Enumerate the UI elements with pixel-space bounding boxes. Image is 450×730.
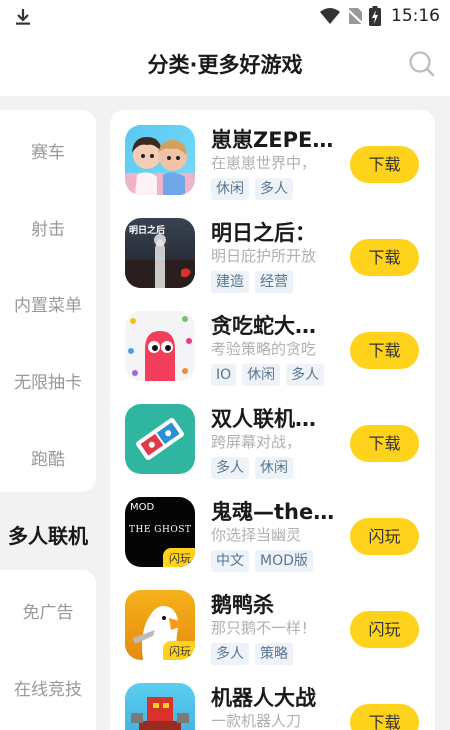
sidebar-item-online-competitive[interactable]: 在线竞技 [0, 675, 96, 700]
game-icon-robot[interactable] [125, 683, 195, 730]
sidebar-item-shooting[interactable]: 射击 [0, 215, 96, 240]
sidebar-item-racing[interactable]: 赛车 [0, 138, 96, 163]
no-sim-icon [347, 8, 363, 25]
game-item[interactable]: 崽崽ZEPETO 在崽崽世界中， 休闲 多人 下载 [110, 110, 435, 203]
tag: 建造 [211, 271, 249, 293]
tag: 休闲 [211, 178, 249, 200]
tag: 多人 [255, 178, 293, 200]
game-description: 在崽崽世界中， [211, 154, 317, 172]
tag: IO [211, 364, 237, 386]
game-item[interactable]: 双人联机游戏 跨屏幕对战， 多人 休闲 下载 [110, 389, 435, 482]
game-description: 你选择当幽灵 [211, 526, 302, 544]
game-title: 鬼魂—the ghost [211, 500, 336, 524]
game-description: 跨屏幕对战， [211, 433, 302, 451]
tag: 经营 [255, 271, 293, 293]
game-title: 鹅鸭杀 [211, 593, 274, 617]
game-tags: 多人 休闲 [211, 457, 293, 479]
game-tags: 建造 经营 [211, 271, 293, 293]
flash-play-badge: 闪玩 [163, 641, 195, 660]
game-tags: 休闲 多人 [211, 178, 293, 200]
game-title: 贪吃蛇大作战 [211, 314, 336, 338]
game-item[interactable]: MOD THE GHOST 闪玩 鬼魂—the ghost 你选择当幽灵 中文 … [110, 482, 435, 575]
download-button[interactable]: 下载 [350, 332, 419, 369]
game-tags: 多人 策略 [211, 643, 293, 665]
game-title: 机器人大战 [211, 686, 316, 710]
game-description: 明日庇护所开放 [211, 247, 317, 265]
sidebar-item-no-ads[interactable]: 免广告 [0, 598, 96, 623]
status-bar: 15:16 [0, 0, 450, 34]
sidebar-item-parkour[interactable]: 跑酷 [0, 445, 96, 470]
tag: 多人 [211, 643, 249, 665]
sidebar-panel-bottom [0, 570, 96, 730]
game-title: 双人联机游戏 [211, 407, 336, 431]
game-description: 考验策略的贪吃 [211, 340, 317, 358]
game-icon-snake[interactable] [125, 311, 195, 381]
sidebar-item-unlimited-draw[interactable]: 无限抽卡 [0, 368, 96, 393]
game-icon-mingri[interactable]: 明日之后 [125, 218, 195, 288]
tag: 多人 [211, 457, 249, 479]
game-item[interactable]: 贪吃蛇大作战 考验策略的贪吃 IO 休闲 多人 下载 [110, 296, 435, 389]
category-sidebar: 赛车 射击 内置菜单 无限抽卡 跑酷 多人联机 免广告 在线竞技 [0, 110, 96, 730]
sidebar-item-multiplayer[interactable]: 多人联机 [0, 520, 96, 549]
game-tags: IO 休闲 多人 [211, 364, 325, 386]
game-icon-the-ghost[interactable]: MOD THE GHOST 闪玩 [125, 497, 195, 567]
download-button[interactable]: 下载 [350, 704, 419, 730]
flash-play-button[interactable]: 闪玩 [350, 611, 419, 648]
download-button[interactable]: 下载 [350, 239, 419, 276]
flash-play-badge: 闪玩 [163, 548, 195, 567]
tag: 中文 [211, 550, 249, 572]
mod-label: MOD [130, 502, 155, 513]
game-description: 那只鹅不一样！ [211, 619, 317, 637]
game-description: 一款机器人刀 [211, 712, 302, 730]
game-item[interactable]: 明日之后 明日之后： 明日庇护所开放 建造 经营 下载 [110, 203, 435, 296]
game-tags: 中文 MOD版 [211, 550, 313, 572]
download-button[interactable]: 下载 [350, 425, 419, 462]
clock: 15:16 [391, 6, 440, 26]
app-header: 分类·更多好游戏 [0, 34, 450, 96]
game-title: 明日之后： [211, 221, 316, 245]
battery-charging-icon [369, 6, 381, 26]
icon-label: 明日之后 [129, 226, 166, 236]
game-icon-goose-goose-duck[interactable]: 闪玩 [125, 590, 195, 660]
flash-play-button[interactable]: 闪玩 [350, 518, 419, 555]
tag: 休闲 [242, 364, 281, 386]
game-icon-zepeto[interactable] [125, 125, 195, 195]
wifi-icon [320, 8, 340, 24]
sidebar-item-builtin-menu[interactable]: 内置菜单 [0, 291, 96, 316]
download-button[interactable]: 下载 [350, 146, 419, 183]
ghost-logo: THE GHOST [129, 525, 192, 535]
search-icon[interactable] [408, 50, 436, 78]
tag: 策略 [255, 643, 293, 665]
download-notification-icon [16, 9, 30, 25]
tag: 多人 [286, 364, 325, 386]
tag: 休闲 [255, 457, 293, 479]
game-list: 崽崽ZEPETO 在崽崽世界中， 休闲 多人 下载 明日之后 明日之后： 明日庇… [110, 110, 435, 730]
game-item[interactable]: 机器人大战 一款机器人刀 下载 [110, 668, 435, 730]
page-title: 分类·更多好游戏 [147, 53, 303, 77]
game-item[interactable]: 闪玩 鹅鸭杀 那只鹅不一样！ 多人 策略 闪玩 [110, 575, 435, 668]
tag: MOD版 [255, 550, 313, 572]
game-title: 崽崽ZEPETO [211, 128, 336, 152]
game-icon-two-player[interactable] [125, 404, 195, 474]
